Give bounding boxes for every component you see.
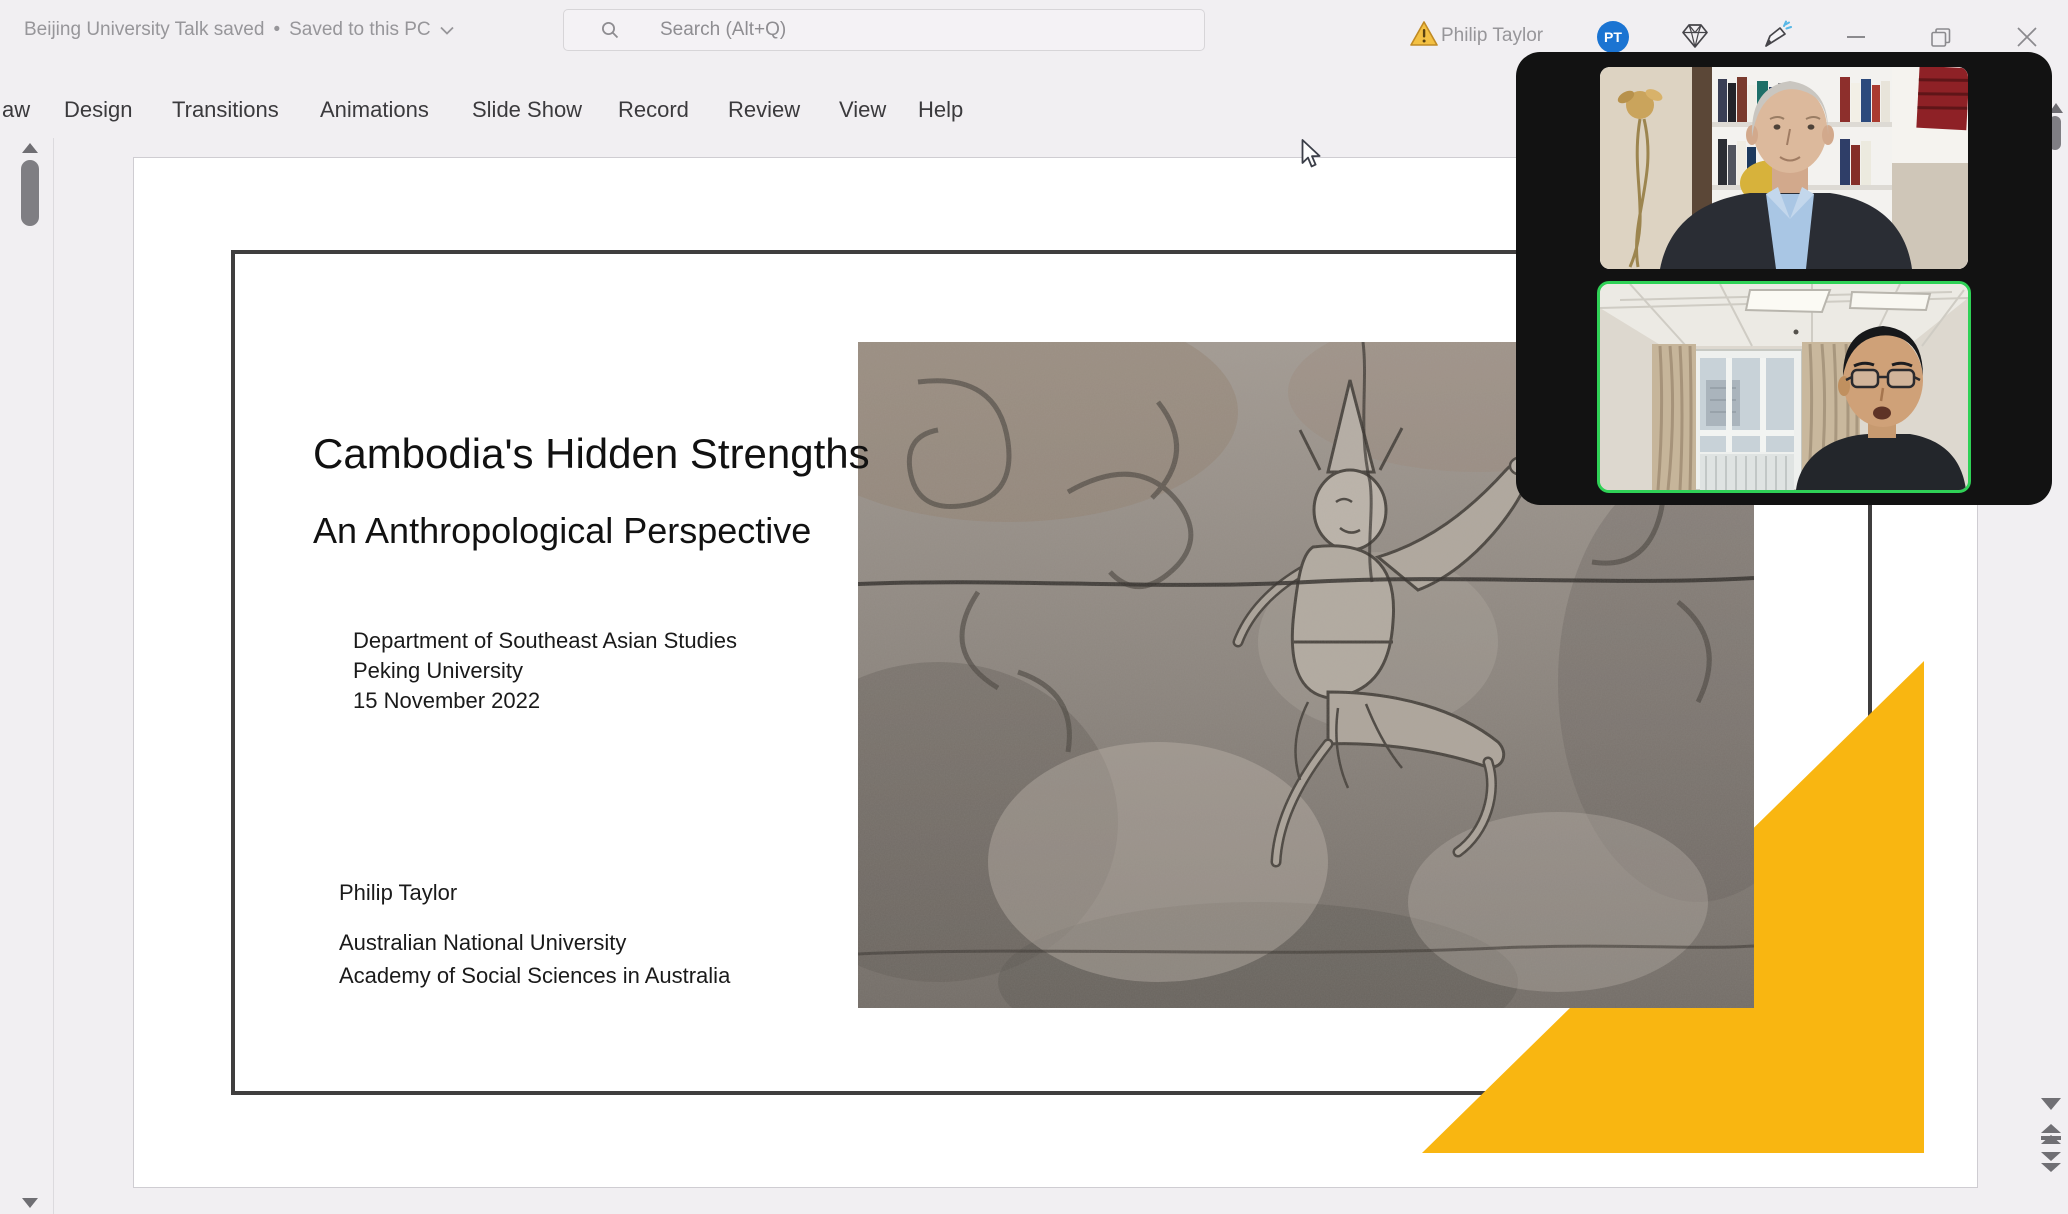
tab-record[interactable]: Record bbox=[618, 97, 689, 123]
author-name[interactable]: Philip Taylor bbox=[339, 880, 457, 906]
affiliation-line: Academy of Social Sciences in Australia bbox=[339, 959, 730, 992]
minimize-button[interactable] bbox=[1847, 36, 1865, 38]
search-placeholder: Search (Alt+Q) bbox=[660, 19, 786, 41]
mouse-cursor bbox=[1301, 139, 1323, 169]
tab-design[interactable]: Design bbox=[64, 97, 132, 123]
document-title[interactable]: Beijing University Talk saved bbox=[24, 19, 264, 41]
avatar[interactable]: PT bbox=[1597, 21, 1629, 53]
tab-help[interactable]: Help bbox=[918, 97, 963, 123]
powerpoint-window: Beijing University Talk saved • Saved to… bbox=[0, 0, 2068, 1214]
tab-animations[interactable]: Animations bbox=[320, 97, 429, 123]
close-button[interactable] bbox=[2015, 25, 2039, 49]
draw-marker-icon[interactable] bbox=[1760, 20, 1792, 52]
video-tile-participant-1[interactable] bbox=[1600, 67, 1968, 269]
venue-text-block[interactable]: Department of Southeast Asian Studies Pe… bbox=[353, 626, 737, 716]
thumbnails-scrollbar-thumb[interactable] bbox=[21, 160, 39, 226]
tab-draw-partial[interactable]: aw bbox=[2, 97, 30, 123]
document-title-group[interactable]: Beijing University Talk saved • Saved to… bbox=[24, 19, 454, 41]
tab-review[interactable]: Review bbox=[728, 97, 800, 123]
avatar-initials: PT bbox=[1604, 29, 1622, 45]
slide-title[interactable]: Cambodia's Hidden Strengths bbox=[313, 430, 870, 478]
slide-scroll-down-icon[interactable] bbox=[2041, 1098, 2061, 1110]
webcam-still-office bbox=[1600, 284, 1968, 490]
restore-button[interactable] bbox=[1931, 28, 1951, 47]
thumbnails-scroll-down-icon[interactable] bbox=[21, 1197, 39, 1209]
pane-divider bbox=[53, 138, 54, 1214]
video-tile-participant-2-active[interactable] bbox=[1597, 281, 1971, 493]
search-icon bbox=[600, 20, 620, 40]
thumbnails-scroll-up-icon[interactable] bbox=[21, 142, 39, 154]
webcam-still-bookshelf bbox=[1600, 67, 1968, 269]
tab-view[interactable]: View bbox=[839, 97, 886, 123]
video-call-overlay[interactable] bbox=[1516, 52, 2052, 505]
venue-line: 15 November 2022 bbox=[353, 686, 737, 716]
tab-transitions[interactable]: Transitions bbox=[172, 97, 279, 123]
warning-icon[interactable] bbox=[1410, 21, 1438, 47]
next-slide-button[interactable] bbox=[2041, 1152, 2061, 1172]
chevron-down-icon[interactable] bbox=[440, 26, 454, 35]
title-separator: • bbox=[273, 19, 280, 41]
search-input[interactable]: Search (Alt+Q) bbox=[563, 9, 1205, 51]
venue-line: Peking University bbox=[353, 656, 737, 686]
affiliation-line: Australian National University bbox=[339, 926, 730, 959]
affiliation-text-block[interactable]: Australian National University Academy o… bbox=[339, 926, 730, 992]
account-name[interactable]: Philip Taylor bbox=[1441, 25, 1543, 47]
venue-line: Department of Southeast Asian Studies bbox=[353, 626, 737, 656]
previous-slide-button[interactable] bbox=[2041, 1124, 2061, 1144]
tab-slide-show[interactable]: Slide Show bbox=[472, 97, 582, 123]
slide-subtitle[interactable]: An Anthropological Perspective bbox=[313, 510, 811, 552]
premium-gem-icon[interactable] bbox=[1681, 23, 1709, 49]
save-location-label[interactable]: Saved to this PC bbox=[289, 19, 431, 41]
